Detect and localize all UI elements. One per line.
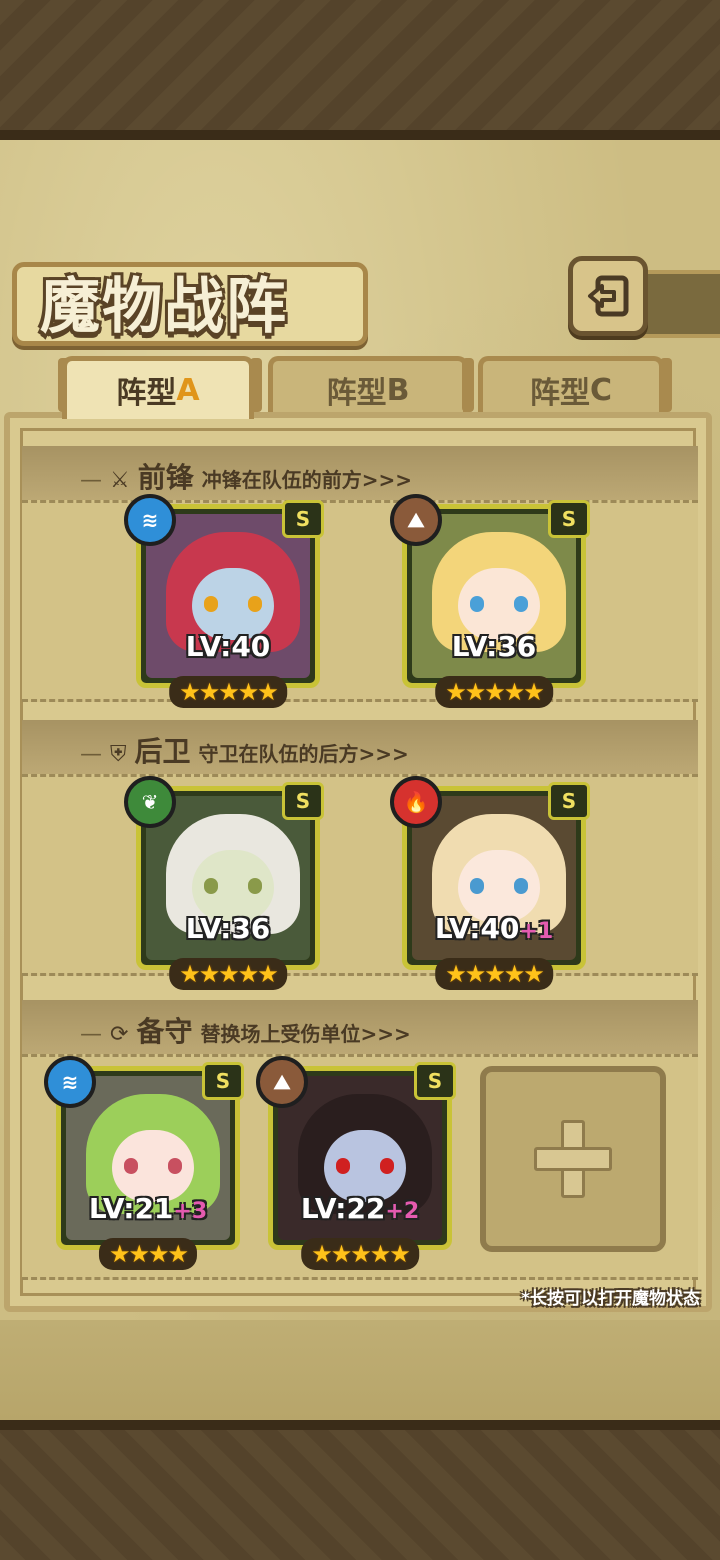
level-label: LV:40 bbox=[141, 630, 315, 663]
tab-suffix: C bbox=[589, 372, 613, 408]
level-value: LV:40 bbox=[185, 630, 271, 663]
title-dash: — bbox=[80, 742, 102, 767]
level-label: LV:36 bbox=[141, 912, 315, 945]
bottom-map-background bbox=[0, 1420, 720, 1560]
monster-card[interactable]: LV:36 S ❦ ★★★★★ bbox=[124, 776, 324, 990]
portrait-eye bbox=[124, 1158, 138, 1174]
portrait-eye bbox=[204, 878, 218, 894]
monster-card[interactable]: LV:40+1 S 🔥 ★★★★★ bbox=[390, 776, 590, 990]
portrait-eye bbox=[248, 878, 262, 894]
title-dash: — bbox=[80, 1022, 102, 1047]
section-desc: 守卫在队伍的后方>>> bbox=[198, 742, 409, 766]
earth-icon: ⛰ bbox=[390, 494, 442, 546]
rank-badge: S bbox=[548, 782, 590, 820]
monster-card[interactable]: LV:36 S ⛰ ★★★★★ bbox=[390, 494, 590, 708]
tab-label: 阵型 bbox=[529, 376, 590, 411]
level-value: LV:36 bbox=[185, 912, 271, 945]
tab-formation-c[interactable]: 阵型 C bbox=[478, 356, 664, 419]
portrait-eye bbox=[470, 596, 484, 612]
title-dash: — bbox=[80, 468, 102, 493]
earth-icon: ⛰ bbox=[256, 1056, 308, 1108]
portrait-eye bbox=[514, 596, 528, 612]
level-bonus: +3 bbox=[173, 1199, 208, 1224]
water-icon: ≋ bbox=[124, 494, 176, 546]
portrait-eye bbox=[204, 596, 218, 612]
tab-suffix: A bbox=[176, 372, 200, 408]
star-rating: ★★★★ bbox=[98, 1238, 198, 1270]
back-button[interactable] bbox=[568, 256, 648, 336]
shield-icon: ⛨ bbox=[110, 742, 127, 767]
tab-pillar bbox=[660, 358, 672, 412]
empty-reserve-slot[interactable] bbox=[480, 1066, 666, 1252]
portrait-eye bbox=[470, 878, 484, 894]
portrait-eye bbox=[168, 1158, 182, 1174]
sword-icon: ⚔ bbox=[110, 468, 130, 493]
star-rating: ★★★★★ bbox=[435, 676, 553, 708]
section-name: 备守 bbox=[136, 1015, 193, 1048]
long-press-hint: *长按可以打开魔物状态 bbox=[521, 1289, 700, 1309]
tab-label: 阵型 bbox=[116, 376, 177, 411]
section-desc: 替换场上受伤单位>>> bbox=[200, 1022, 411, 1046]
water-icon: ≋ bbox=[44, 1056, 96, 1108]
tab-formation-b[interactable]: 阵型 B bbox=[268, 356, 468, 419]
section-row-front bbox=[22, 500, 698, 702]
tab-label: 阵型 bbox=[326, 376, 387, 411]
level-label: LV:36 bbox=[407, 630, 581, 663]
rank-badge: S bbox=[282, 782, 324, 820]
rank-badge: S bbox=[414, 1062, 456, 1100]
monster-card[interactable]: LV:21+3 S ≋ ★★★★ bbox=[44, 1056, 244, 1270]
rank-badge: S bbox=[548, 500, 590, 538]
tab-suffix: B bbox=[386, 372, 410, 408]
level-label: LV:40+1 bbox=[407, 912, 581, 945]
section-name: 后卫 bbox=[134, 735, 191, 768]
star-rating: ★★★★★ bbox=[169, 958, 287, 990]
back-arrow-icon bbox=[588, 275, 629, 317]
tab-pillar bbox=[462, 358, 474, 412]
level-bonus: +1 bbox=[519, 919, 554, 944]
page-title: 魔物战阵 bbox=[40, 272, 288, 342]
leaf-icon: ❦ bbox=[124, 776, 176, 828]
star-rating: ★★★★★ bbox=[435, 958, 553, 990]
level-bonus: +2 bbox=[385, 1199, 420, 1224]
section-title-reserve: — ⟳ 备守 替换场上受伤单位>>> bbox=[80, 1010, 411, 1050]
monster-card[interactable]: LV:40 S ≋ ★★★★★ bbox=[124, 494, 324, 708]
level-value: LV:21 bbox=[88, 1192, 174, 1225]
rank-badge: S bbox=[202, 1062, 244, 1100]
swap-icon: ⟳ bbox=[110, 1022, 129, 1047]
portrait-eye bbox=[336, 1158, 350, 1174]
top-map-background bbox=[0, 0, 720, 140]
tab-formation-a[interactable]: 阵型 A bbox=[62, 356, 254, 419]
section-name: 前锋 bbox=[137, 461, 194, 494]
monster-card[interactable]: LV:22+2 S ⛰ ★★★★★ bbox=[256, 1056, 456, 1270]
section-title-front: — ⚔ 前锋 冲锋在队伍的前方>>> bbox=[80, 456, 412, 496]
section-desc: 冲锋在队伍的前方>>> bbox=[201, 468, 413, 492]
level-value: LV:40 bbox=[434, 912, 520, 945]
portrait-eye bbox=[380, 1158, 394, 1174]
portrait-eye bbox=[248, 596, 262, 612]
star-rating: ★★★★★ bbox=[301, 1238, 419, 1270]
portrait-eye bbox=[514, 878, 528, 894]
level-value: LV:36 bbox=[451, 630, 537, 663]
plus-icon-bar bbox=[534, 1147, 612, 1171]
level-value: LV:22 bbox=[300, 1192, 386, 1225]
level-label: LV:22+2 bbox=[273, 1192, 447, 1225]
fire-icon: 🔥 bbox=[390, 776, 442, 828]
rank-badge: S bbox=[282, 500, 324, 538]
star-rating: ★★★★★ bbox=[169, 676, 287, 708]
section-title-rear: — ⛨ 后卫 守卫在队伍的后方>>> bbox=[80, 730, 409, 770]
level-label: LV:21+3 bbox=[61, 1192, 235, 1225]
